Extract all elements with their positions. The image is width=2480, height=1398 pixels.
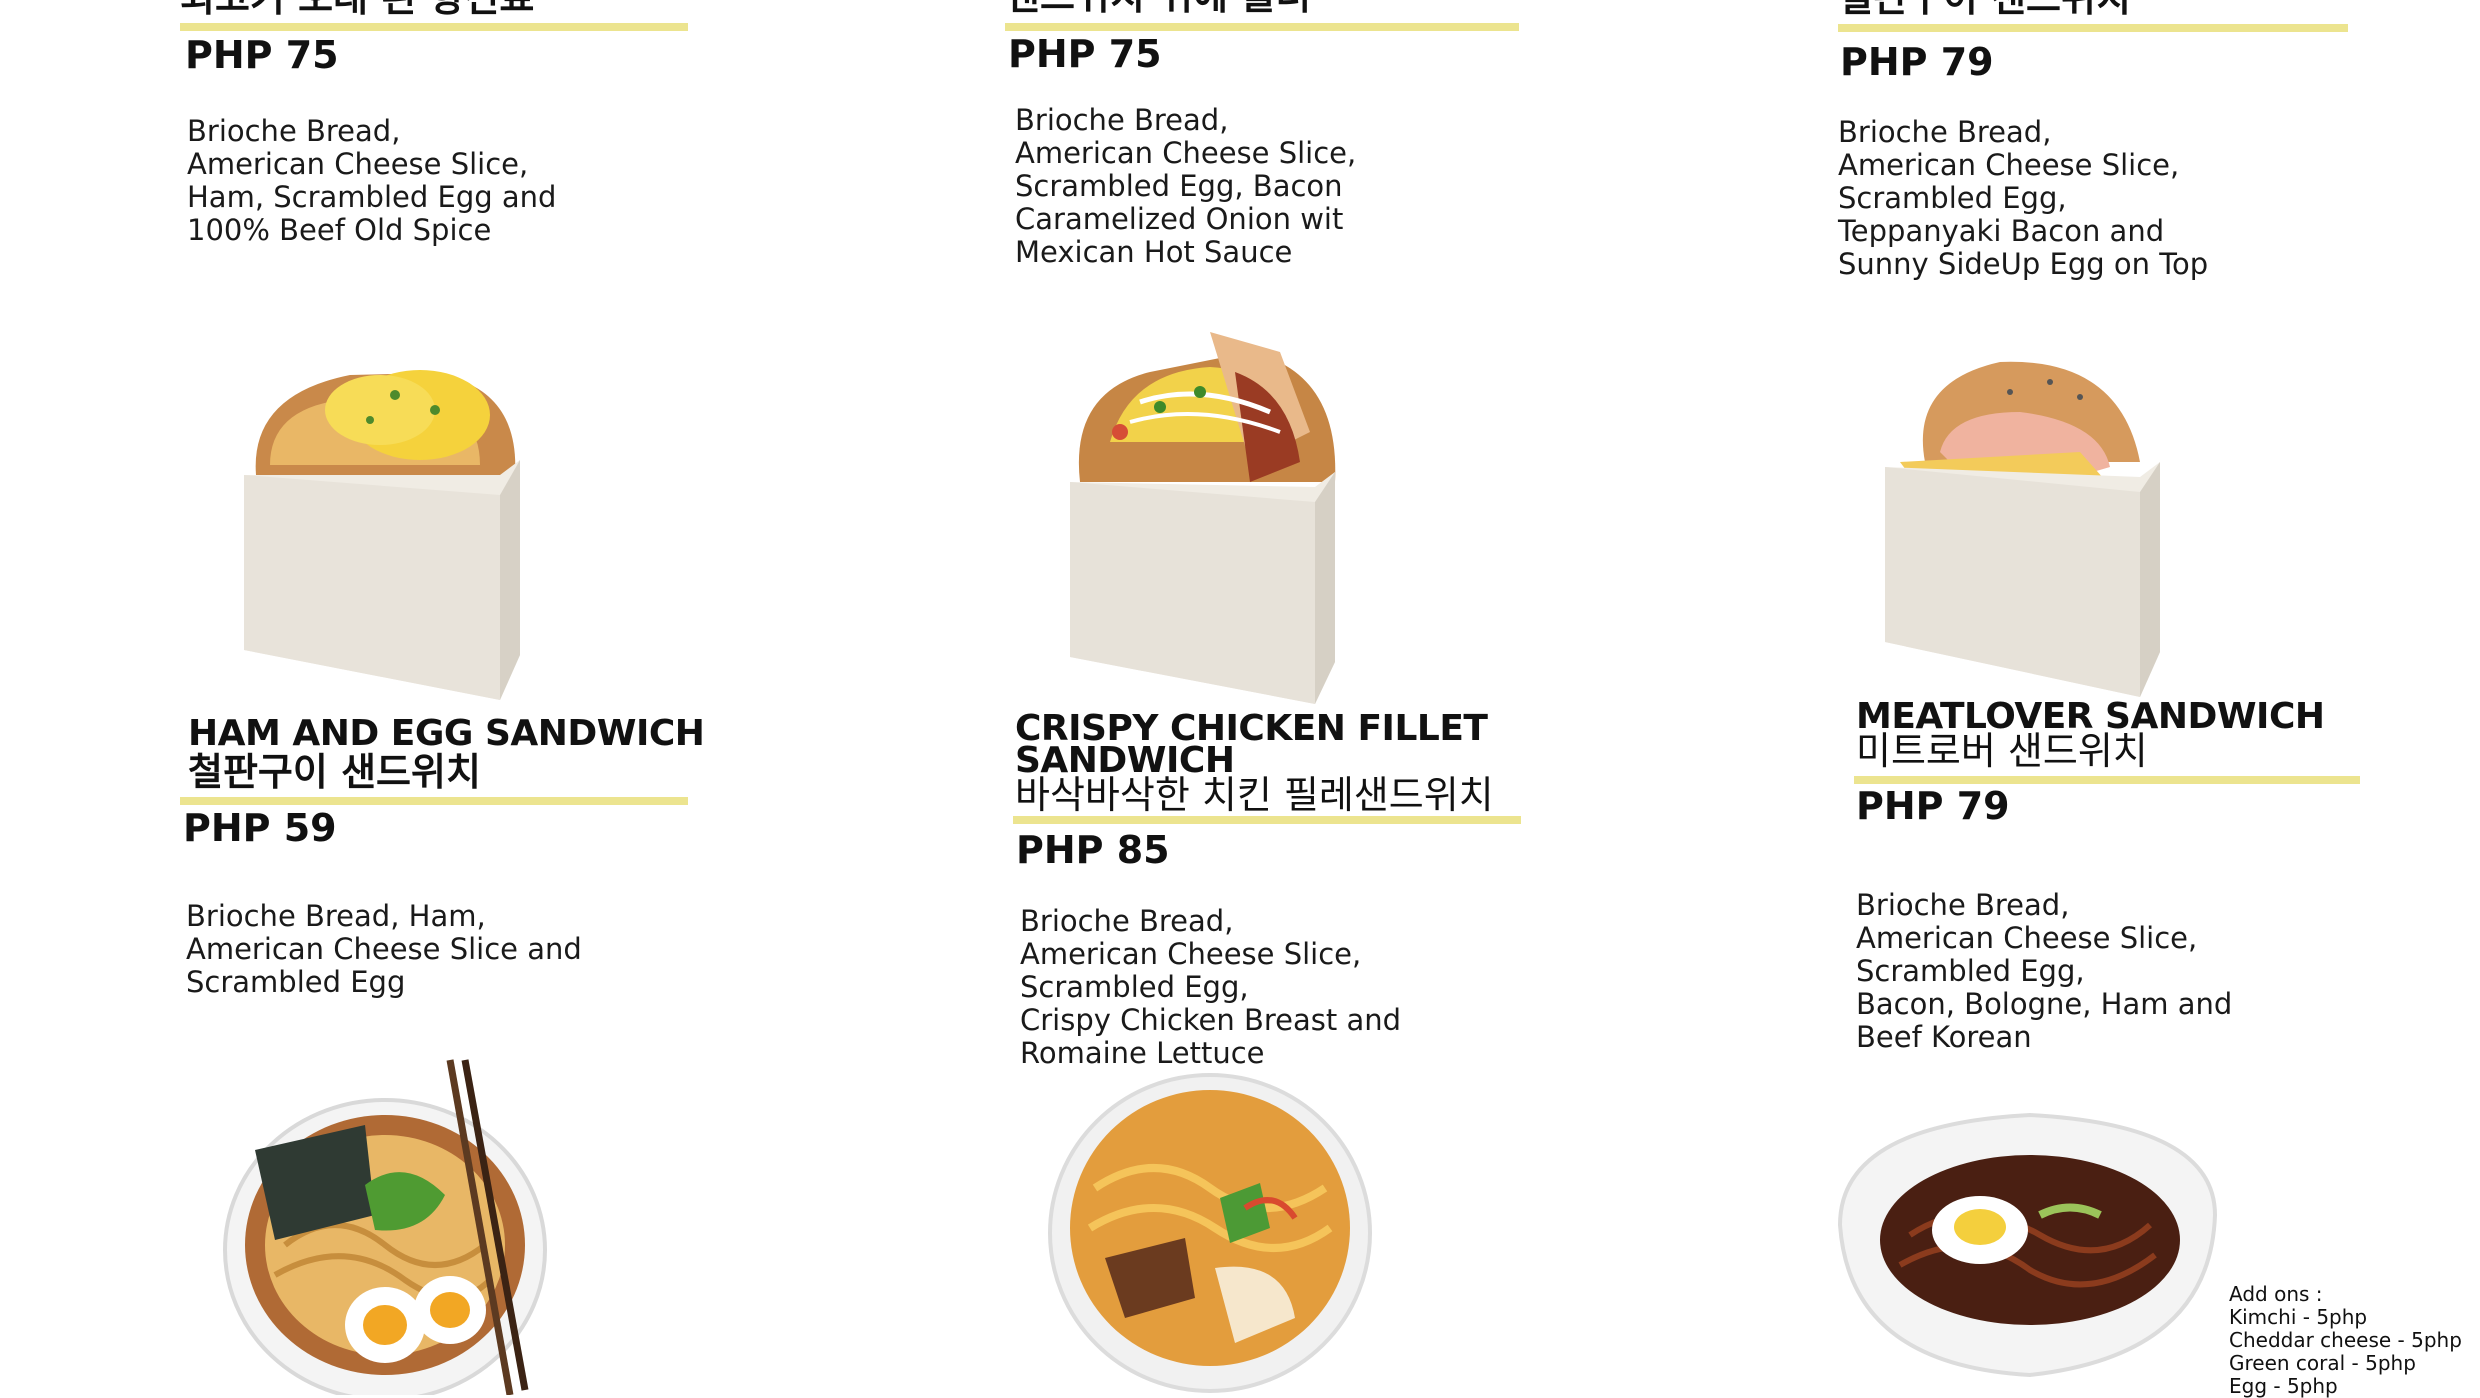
addons-heading: Add ons :: [2229, 1282, 2323, 1306]
description-line: Scrambled Egg,: [1838, 181, 2067, 215]
description-line: Caramelized Onion wit: [1015, 202, 1344, 236]
top-item-1-price: PHP 75: [185, 33, 339, 77]
bacon-sandwich-photo: [1070, 332, 1336, 704]
item-3-rule: [1854, 776, 2360, 784]
item-3-description: Brioche Bread, American Cheese Slice, Sc…: [1856, 889, 2232, 1054]
description-line: 100% Beef Old Spice: [187, 213, 492, 247]
description-line: Beef Korean: [1856, 1020, 2032, 1054]
item-1-title: HAM AND EGG SANDWICH: [188, 713, 705, 754]
item-1-description: Brioche Bread, Ham, American Cheese Slic…: [186, 900, 582, 999]
description-line: American Cheese Slice,: [1838, 148, 2180, 182]
item-3-price: PHP 79: [1856, 784, 2010, 828]
top-item-3-description: Brioche Bread, American Cheese Slice, Sc…: [1838, 116, 2208, 281]
top-item-2-price: PHP 75: [1008, 32, 1162, 76]
description-line: Brioche Bread,: [1838, 115, 2052, 149]
addons-list: Add ons : Kimchi - 5php Cheddar cheese -…: [2229, 1283, 2462, 1398]
description-line: Scrambled Egg, Bacon: [1015, 169, 1343, 203]
description-line: Crispy Chicken Breast and: [1020, 1003, 1402, 1037]
item-2-description: Brioche Bread, American Cheese Slice, Sc…: [1020, 905, 1401, 1070]
addon-item: Kimchi - 5php: [2229, 1305, 2368, 1329]
kimchi-ramen-bowl-photo: [1048, 1073, 1372, 1393]
item-2-price: PHP 85: [1016, 828, 1170, 872]
top-item-2-korean-clip: 샌드위치 위에 불러: [1005, 0, 1565, 20]
description-line: Brioche Bread,: [1015, 103, 1229, 137]
top-item-3-korean-clip: 철판구이 샌드위치: [1838, 0, 2398, 20]
top-item-3-korean: 철판구이 샌드위치: [1838, 0, 2131, 18]
item-2-korean: 바삭바삭한 치킨 필레샌드위치: [1015, 773, 1494, 817]
ham-egg-sandwich-photo: [244, 370, 520, 700]
description-line: American Cheese Slice,: [1015, 136, 1357, 170]
top-item-1-korean-clip: 쇠고기 오래 된 향신료: [180, 0, 740, 22]
top-item-1-description: Brioche Bread, American Cheese Slice, Ha…: [187, 115, 556, 247]
item-1-rule: [180, 797, 688, 805]
description-line: American Cheese Slice,: [1020, 937, 1362, 971]
description-line: Teppanyaki Bacon and: [1838, 214, 2165, 248]
ham-cheese-sandwich-photo: [1885, 361, 2160, 697]
jjajang-noodle-bowl-photo: [1837, 1112, 2218, 1378]
top-item-1-korean: 쇠고기 오래 된 향신료: [180, 0, 534, 18]
addon-item: Cheddar cheese - 5php: [2229, 1328, 2462, 1352]
top-item-1-rule: [180, 23, 688, 31]
description-line: Brioche Bread,: [187, 114, 401, 148]
top-item-2-korean: 샌드위치 위에 불러: [1005, 0, 1311, 16]
description-line: Brioche Bread,: [1856, 888, 2070, 922]
description-line: Scrambled Egg,: [1856, 954, 2085, 988]
item-1-korean: 철판구이 샌드위치: [188, 750, 481, 794]
top-item-3-price: PHP 79: [1840, 40, 1994, 84]
top-item-3-rule: [1838, 24, 2348, 32]
description-line: Sunny SideUp Egg on Top: [1838, 247, 2209, 281]
description-line: Romaine Lettuce: [1020, 1036, 1265, 1070]
description-line: Brioche Bread, Ham,: [186, 899, 486, 933]
item-3-korean: 미트로버 샌드위치: [1856, 729, 2148, 773]
description-line: American Cheese Slice,: [1856, 921, 2198, 955]
description-line: Scrambled Egg,: [1020, 970, 1249, 1004]
description-line: American Cheese Slice and: [186, 932, 582, 966]
item-2-rule: [1013, 816, 1521, 824]
description-line: Brioche Bread,: [1020, 904, 1234, 938]
description-line: American Cheese Slice,: [187, 147, 529, 181]
description-line: Bacon, Bologne, Ham and: [1856, 987, 2233, 1021]
description-line: Scrambled Egg: [186, 965, 406, 999]
addon-item: Green coral - 5php: [2229, 1351, 2416, 1375]
description-line: Mexican Hot Sauce: [1015, 235, 1293, 269]
item-1-price: PHP 59: [183, 806, 337, 850]
description-line: Ham, Scrambled Egg and: [187, 180, 557, 214]
top-item-2-rule: [1005, 23, 1519, 31]
chopsticks-icon: [446, 1059, 529, 1395]
top-item-2-description: Brioche Bread, American Cheese Slice, Sc…: [1015, 104, 1356, 269]
